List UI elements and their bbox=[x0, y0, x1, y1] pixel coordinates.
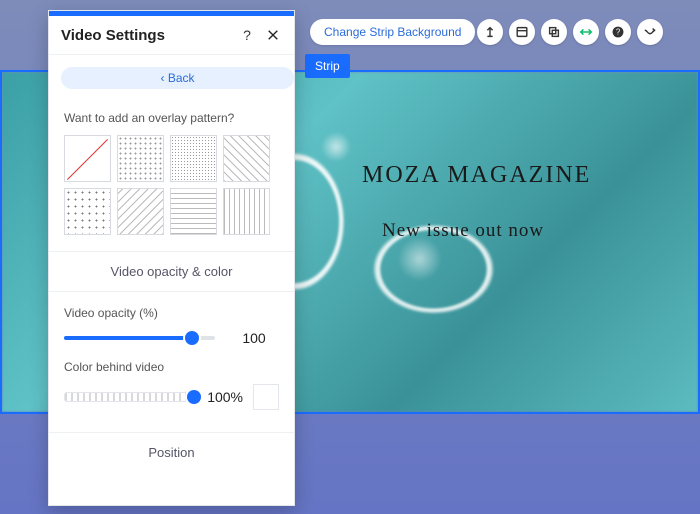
layout-icon[interactable] bbox=[509, 19, 535, 45]
pattern-diagonal-b[interactable] bbox=[117, 188, 164, 235]
svg-text:?: ? bbox=[616, 28, 621, 37]
color-behind-video-label: Color behind video bbox=[64, 360, 294, 374]
panel-help-icon[interactable]: ? bbox=[238, 26, 256, 44]
section-opacity-color[interactable]: Video opacity & color bbox=[49, 251, 294, 292]
layers-icon[interactable] bbox=[541, 19, 567, 45]
color-opacity-value: 100% bbox=[207, 389, 243, 405]
back-button[interactable]: ‹ Back bbox=[61, 67, 294, 89]
color-opacity-slider[interactable] bbox=[64, 392, 195, 402]
stretch-icon[interactable] bbox=[573, 19, 599, 45]
help-icon[interactable]: ? bbox=[605, 19, 631, 45]
scroll-effects-icon[interactable] bbox=[477, 19, 503, 45]
video-opacity-slider[interactable] bbox=[64, 336, 215, 340]
strip-toolbar: ? bbox=[477, 19, 663, 45]
pattern-diagonal-a[interactable] bbox=[223, 135, 270, 182]
hero-subtitle: New issue out now bbox=[382, 220, 544, 242]
pattern-vertical[interactable] bbox=[223, 188, 270, 235]
panel-title: Video Settings bbox=[61, 27, 230, 44]
pattern-noise[interactable] bbox=[64, 188, 111, 235]
hero-title: MOZA MAGAZINE bbox=[362, 162, 591, 189]
video-settings-panel: Video Settings ? ‹ Back Want to add an o… bbox=[48, 10, 295, 506]
pattern-dots-fine[interactable] bbox=[170, 135, 217, 182]
video-opacity-value[interactable]: 100 bbox=[229, 330, 279, 346]
overlay-pattern-label: Want to add an overlay pattern? bbox=[64, 111, 294, 125]
section-position[interactable]: Position bbox=[49, 432, 294, 472]
change-strip-background-button[interactable]: Change Strip Background bbox=[310, 19, 475, 45]
video-opacity-label: Video opacity (%) bbox=[64, 306, 294, 320]
overlay-pattern-grid bbox=[64, 135, 294, 233]
animation-icon[interactable] bbox=[637, 19, 663, 45]
pattern-horizontal[interactable] bbox=[170, 188, 217, 235]
pattern-none[interactable] bbox=[64, 135, 111, 182]
close-icon[interactable] bbox=[264, 26, 282, 44]
panel-header: Video Settings ? bbox=[49, 16, 294, 55]
strip-selection-tag[interactable]: Strip bbox=[305, 54, 350, 78]
color-swatch[interactable] bbox=[253, 384, 279, 410]
pattern-dots[interactable] bbox=[117, 135, 164, 182]
